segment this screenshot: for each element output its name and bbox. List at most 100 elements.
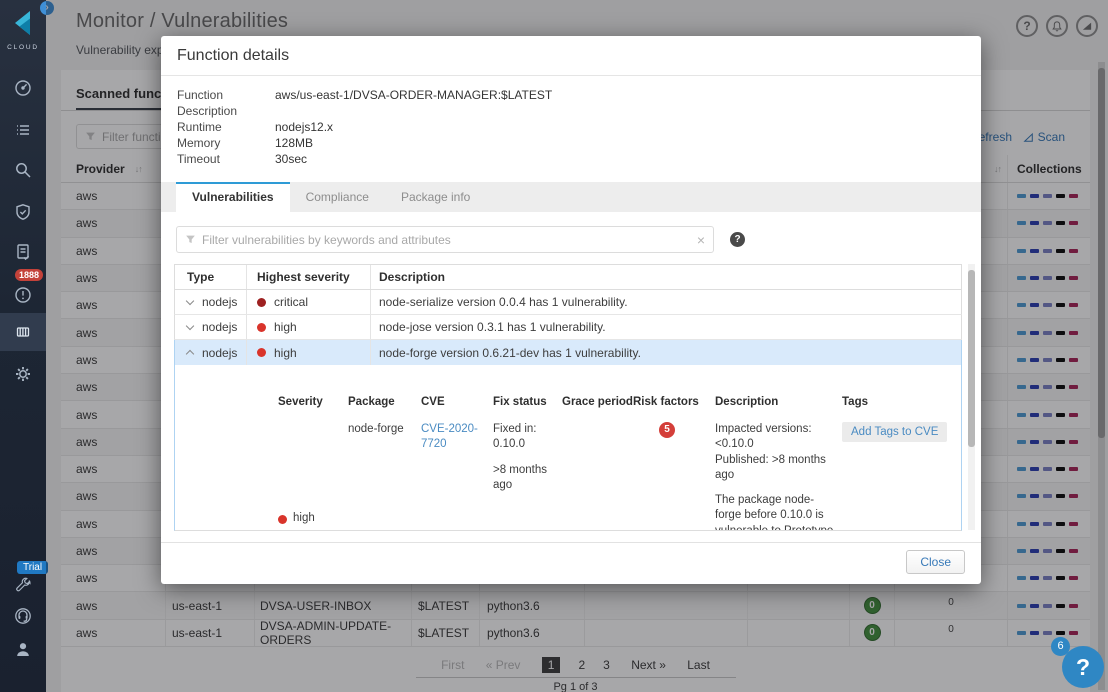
sidebar-item-dashboard[interactable] bbox=[0, 69, 46, 107]
sidebar-item-settings[interactable] bbox=[0, 355, 46, 393]
vuln-severity-cell: high bbox=[247, 315, 371, 339]
detail-column-header: Fix status bbox=[493, 395, 562, 411]
wrench-icon bbox=[14, 576, 33, 595]
severity-label: critical bbox=[274, 295, 308, 309]
detail-package: node-forge bbox=[348, 422, 421, 531]
vuln-type-cell: nodejs bbox=[175, 290, 247, 314]
modal-field-row: Timeout30sec bbox=[177, 151, 552, 167]
alerts-count-badge: 1888 bbox=[15, 269, 43, 281]
vulnerability-row[interactable]: nodejs critical node-serialize version 0.0… bbox=[174, 290, 962, 315]
modal-field-row: Description bbox=[177, 103, 552, 119]
detail-fix-status: Fixed in: 0.10.0 >8 months ago bbox=[493, 422, 562, 531]
trial-badge: Trial bbox=[17, 561, 48, 574]
vulnerability-row[interactable]: nodejs high node-jose version 0.3.1 has 1 … bbox=[174, 315, 962, 340]
detail-column-header: Severity bbox=[278, 395, 348, 411]
chevron-down-icon[interactable] bbox=[186, 296, 194, 304]
vulnerabilities-scrollbar[interactable] bbox=[968, 264, 975, 530]
gauge-icon bbox=[13, 78, 33, 98]
add-tags-to-cve-button[interactable]: Add Tags to CVE bbox=[842, 422, 947, 442]
vulnerabilities-table: Type Highest severity Description nodejs… bbox=[174, 264, 962, 531]
detail-description: Impacted versions: <0.10.0 Published: >8… bbox=[715, 422, 842, 531]
modal-header-divider bbox=[161, 75, 981, 76]
vulnerabilities-table-body: nodejs critical node-serialize version 0.0… bbox=[174, 290, 962, 365]
detail-severity: high bbox=[278, 422, 348, 531]
vuln-severity-cell: critical bbox=[247, 290, 371, 314]
vulnerability-detail-panel: SeverityPackageCVEFix statusGrace period… bbox=[174, 365, 962, 531]
filter-help-icon[interactable]: ? bbox=[730, 232, 745, 247]
detail-column-header: Tags bbox=[842, 395, 955, 411]
sidebar-item-compute[interactable] bbox=[0, 313, 46, 351]
modal-tab-vulnerabilities[interactable]: Vulnerabilities bbox=[176, 182, 290, 212]
modal-title: Function details bbox=[177, 47, 289, 65]
sidebar-item-audit[interactable] bbox=[0, 233, 46, 271]
sidebar-item-compliance[interactable] bbox=[0, 193, 46, 231]
modal-field-row: Memory128MB bbox=[177, 135, 552, 151]
field-label: Timeout bbox=[177, 151, 275, 167]
field-value: 128MB bbox=[275, 135, 313, 151]
vulnerability-row[interactable]: nodejshighnode-forge version 0.6.21-dev … bbox=[174, 340, 962, 365]
field-value: nodejs12.x bbox=[275, 119, 333, 135]
vuln-type-cell: nodejs bbox=[175, 340, 247, 365]
logo-text: CLOUD bbox=[0, 44, 46, 51]
severity-label: high bbox=[274, 346, 297, 360]
help-widget-button[interactable]: ? bbox=[1062, 646, 1104, 688]
description-column-header: Description bbox=[371, 265, 961, 289]
prisma-cloud-logo-icon bbox=[8, 8, 38, 38]
sidebar-item-search[interactable] bbox=[0, 151, 46, 189]
user-avatar-icon bbox=[13, 639, 33, 659]
vuln-severity-cell: high bbox=[247, 340, 371, 365]
compute-radar-icon bbox=[13, 322, 33, 342]
field-value: aws/us-east-1/DVSA-ORDER-MANAGER:$LATEST bbox=[275, 87, 552, 103]
vuln-type: nodejs bbox=[202, 295, 237, 309]
app-root: Monitor / Vulnerabilities Vulnerability … bbox=[0, 0, 1108, 692]
modal-field-row: Functionaws/us-east-1/DVSA-ORDER-MANAGER… bbox=[177, 87, 552, 103]
field-label: Function bbox=[177, 87, 275, 103]
headset-icon bbox=[13, 606, 33, 626]
modal-fields: Functionaws/us-east-1/DVSA-ORDER-MANAGER… bbox=[177, 87, 552, 167]
vulnerabilities-filter-input[interactable] bbox=[202, 233, 691, 247]
field-label: Description bbox=[177, 103, 275, 119]
detail-column-header: Grace period bbox=[562, 395, 633, 411]
sidebar-item-profile[interactable] bbox=[0, 630, 46, 668]
vuln-description: node-jose version 0.3.1 has 1 vulnerabil… bbox=[371, 315, 961, 339]
risk-factors-badge[interactable]: 5 bbox=[659, 422, 675, 438]
help-widget-badge: 6 bbox=[1051, 637, 1070, 656]
detail-column-header: Package bbox=[348, 395, 421, 411]
field-value: 30sec bbox=[275, 151, 307, 167]
field-label: Memory bbox=[177, 135, 275, 151]
detail-column-header: Description bbox=[715, 395, 842, 411]
vuln-description: node-serialize version 0.0.4 has 1 vulne… bbox=[371, 290, 961, 314]
severity-label: high bbox=[274, 320, 297, 334]
type-column-header: Type bbox=[175, 265, 247, 289]
vuln-type: nodejs bbox=[202, 346, 237, 360]
chevron-down-icon[interactable] bbox=[186, 321, 194, 329]
alert-circle-icon bbox=[13, 285, 33, 305]
document-check-icon bbox=[13, 242, 33, 262]
close-button[interactable]: Close bbox=[906, 550, 965, 574]
modal-tab-compliance[interactable]: Compliance bbox=[290, 182, 385, 212]
sidebar: CLOUD › 1888 Trial bbox=[0, 0, 46, 692]
vulnerabilities-filter[interactable]: × bbox=[176, 226, 714, 253]
severity-dot bbox=[257, 348, 266, 357]
detail-column-header: Risk factors bbox=[633, 395, 715, 411]
sidebar-item-alerts[interactable] bbox=[0, 276, 46, 314]
modal-tab-package-info[interactable]: Package info bbox=[385, 182, 486, 212]
modal-tabs: VulnerabilitiesCompliancePackage info bbox=[161, 182, 981, 212]
cve-link[interactable]: CVE-2020-7720 bbox=[421, 423, 478, 451]
sidebar-item-policies[interactable] bbox=[0, 111, 46, 149]
vuln-type-cell: nodejs bbox=[175, 315, 247, 339]
modal-field-row: Runtimenodejs12.x bbox=[177, 119, 552, 135]
detail-risk-factors: 5 bbox=[633, 422, 715, 531]
detail-column-header: CVE bbox=[421, 395, 493, 411]
chevron-up-icon[interactable] bbox=[186, 350, 194, 358]
funnel-icon bbox=[185, 234, 196, 245]
clear-filter-icon[interactable]: × bbox=[697, 232, 705, 248]
field-label: Runtime bbox=[177, 119, 275, 135]
severity-dot bbox=[257, 298, 266, 307]
vulnerabilities-scrollbar-thumb[interactable] bbox=[968, 270, 975, 447]
severity-column-header: Highest severity bbox=[247, 265, 371, 289]
vuln-type: nodejs bbox=[202, 320, 237, 334]
brand-logo[interactable]: CLOUD bbox=[0, 8, 46, 51]
modal-footer-divider bbox=[161, 542, 981, 543]
checklist-icon bbox=[13, 120, 33, 140]
